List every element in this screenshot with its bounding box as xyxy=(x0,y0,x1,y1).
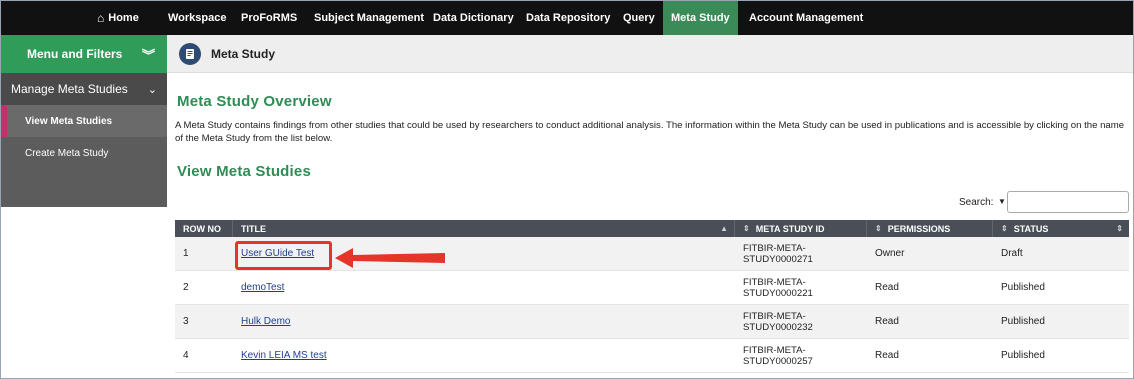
app-window: ⌂ Home Workspace ProFoRMS Subject Manage… xyxy=(0,0,1134,379)
study-title-link[interactable]: Kevin LEIA MS test xyxy=(241,350,327,361)
col-permissions[interactable]: ⇕ PERMISSIONS xyxy=(867,220,993,237)
sidebar-group-label: Manage Meta Studies xyxy=(11,82,128,96)
nav-data-dictionary[interactable]: Data Dictionary xyxy=(433,1,514,35)
cell-meta-study-id: FITBIR-META- STUDY0000221 xyxy=(743,276,813,299)
cell-meta-study-id: FITBIR-META- STUDY0000232 xyxy=(743,310,813,333)
overview-heading: Meta Study Overview xyxy=(177,93,332,110)
nav-query[interactable]: Query xyxy=(623,1,655,35)
nav-home[interactable]: ⌂ Home xyxy=(97,1,139,35)
study-title-link[interactable]: demoTest xyxy=(241,282,284,293)
main-content: Meta Study Meta Study Overview A Meta St… xyxy=(167,35,1133,378)
cell-row-no: 4 xyxy=(183,350,189,361)
study-title-link[interactable]: User GUide Test xyxy=(241,248,314,259)
nav-meta-study[interactable]: Meta Study xyxy=(663,1,738,35)
sidebar-header[interactable]: Menu and Filters ︾ xyxy=(1,35,167,73)
sort-icon[interactable]: ⇕ xyxy=(1116,224,1123,233)
sort-icon[interactable]: ▲︎ xyxy=(720,224,728,233)
search-input[interactable] xyxy=(1007,191,1129,213)
sidebar-header-label: Menu and Filters xyxy=(27,47,123,61)
sidebar-spacer xyxy=(1,169,167,207)
overview-description: A Meta Study contains findings from othe… xyxy=(175,120,1125,144)
cell-permissions: Read xyxy=(875,350,899,361)
page-header-title: Meta Study xyxy=(211,46,276,61)
cell-status: Published xyxy=(1001,282,1045,293)
cell-row-no: 1 xyxy=(183,248,189,259)
double-chevron-icon[interactable]: ︾ xyxy=(142,45,155,64)
table-row: 3 Hulk Demo FITBIR-META- STUDY0000232 Rea… xyxy=(175,305,1129,339)
cell-status: Published xyxy=(1001,316,1045,327)
table-row: 1 User GUide Test FITBIR-META- STUDY00002… xyxy=(175,237,1129,271)
sidebar-item-view-meta-studies[interactable]: View Meta Studies xyxy=(1,105,167,137)
nav-proforms[interactable]: ProFoRMS xyxy=(241,1,297,35)
nav-workspace[interactable]: Workspace xyxy=(168,1,227,35)
study-title-link[interactable]: Hulk Demo xyxy=(241,316,290,327)
document-icon xyxy=(179,42,201,65)
nav-home-label: Home xyxy=(108,12,139,24)
sidebar: Menu and Filters ︾ Manage Meta Studies ⌄… xyxy=(1,35,167,378)
cell-meta-study-id: FITBIR-META- STUDY0000257 xyxy=(743,344,813,367)
col-row-no[interactable]: ROW NO xyxy=(175,220,233,237)
table-header: ROW NO TITLE ▲︎ ⇕ META STUDY ID ⇕ PERMISSIO… xyxy=(175,220,1129,237)
col-status[interactable]: ⇕ STATUS ⇕ xyxy=(993,220,1129,237)
sort-icon[interactable]: ⇕ xyxy=(875,224,882,233)
cell-title: demoTest xyxy=(233,271,735,305)
top-nav: ⌂ Home Workspace ProFoRMS Subject Manage… xyxy=(1,1,1133,35)
cell-title: Kevin LEIA MS test xyxy=(233,339,735,373)
cell-title: User GUide Test xyxy=(233,237,735,271)
chevron-down-icon: ⌄ xyxy=(147,83,157,96)
sidebar-item-create-meta-study[interactable]: Create Meta Study xyxy=(1,137,167,169)
sort-icon[interactable]: ⇕ xyxy=(1001,224,1008,233)
view-heading: View Meta Studies xyxy=(177,163,311,180)
cell-permissions: Read xyxy=(875,316,899,327)
cell-title: Hulk Demo xyxy=(233,305,735,339)
cell-meta-study-id: FITBIR-META- STUDY0000271 xyxy=(743,242,813,265)
nav-account-management[interactable]: Account Management xyxy=(749,1,863,35)
table-row: 4 Kevin LEIA MS test FITBIR-META- STUDY00… xyxy=(175,339,1129,373)
cell-status: Draft xyxy=(1001,248,1023,259)
cell-row-no: 3 xyxy=(183,316,189,327)
nav-subject-management[interactable]: Subject Management xyxy=(314,1,424,35)
sort-icon[interactable]: ⇕ xyxy=(743,224,750,233)
page-header: Meta Study xyxy=(167,35,1133,73)
sidebar-group-manage-meta-studies[interactable]: Manage Meta Studies ⌄ xyxy=(1,73,167,105)
meta-studies-table: ROW NO TITLE ▲︎ ⇕ META STUDY ID ⇕ PERMISSIO… xyxy=(175,220,1129,373)
cell-permissions: Read xyxy=(875,282,899,293)
table-row: 2 demoTest FITBIR-META- STUDY0000221 Read… xyxy=(175,271,1129,305)
sidebar-item-label: View Meta Studies xyxy=(25,115,113,127)
cell-row-no: 2 xyxy=(183,282,189,293)
caret-down-icon[interactable]: ▼ xyxy=(998,197,1006,206)
search-label: Search: xyxy=(959,197,994,208)
col-title[interactable]: TITLE ▲︎ xyxy=(233,220,735,237)
col-meta-study-id[interactable]: ⇕ META STUDY ID xyxy=(735,220,867,237)
nav-data-repository[interactable]: Data Repository xyxy=(526,1,610,35)
cell-status: Published xyxy=(1001,350,1045,361)
sidebar-item-label: Create Meta Study xyxy=(25,147,109,159)
cell-permissions: Owner xyxy=(875,248,905,259)
house-icon: ⌂ xyxy=(97,11,105,25)
